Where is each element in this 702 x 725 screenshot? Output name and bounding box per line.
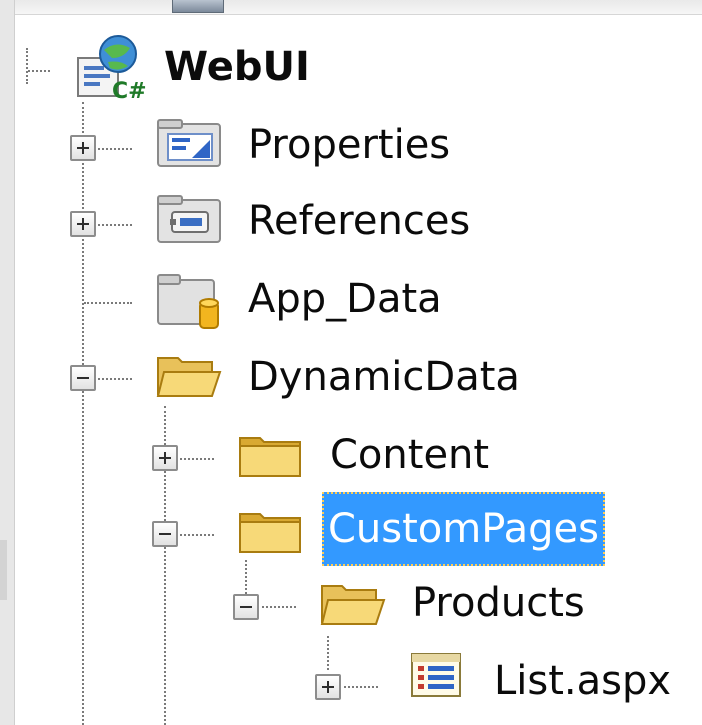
tree-node-properties[interactable]: Properties [248,116,450,174]
collapse-products-button[interactable] [233,594,259,620]
tree-node-references[interactable]: References [248,192,470,250]
toolbar-control-stub [172,0,224,13]
tree-node-dynamicdata[interactable]: DynamicData [248,348,520,406]
folder-icon [238,430,304,480]
app-data-folder-icon [156,272,222,330]
open-folder-icon [320,578,386,628]
tree-line [262,606,296,608]
svg-text:C#: C# [112,79,146,100]
tree-node-custompages[interactable]: CustomPages [322,492,605,566]
tree-node-webui[interactable]: WebUI [164,38,310,96]
references-icon [156,194,222,244]
left-panel-notch [0,540,7,600]
tree-line [82,102,84,725]
collapse-dynamicdata-button[interactable] [70,365,96,391]
expand-content-button[interactable] [152,445,178,471]
csharp-web-project-icon: C# [72,32,146,100]
tree-line [180,534,214,536]
tree-line [84,302,132,304]
tree-line [98,148,132,150]
tree-line [245,560,247,594]
aspx-page-icon [408,652,464,698]
tree-node-products[interactable]: Products [412,574,585,632]
tree-node-content[interactable]: Content [330,426,489,484]
open-folder-icon [156,350,222,400]
tree-line [28,70,50,72]
properties-icon [156,118,222,168]
tree-node-app-data[interactable]: App_Data [248,270,442,328]
tree-line [327,636,329,670]
tree-line [180,458,214,460]
top-toolbar-edge [0,0,702,15]
expand-references-button[interactable] [70,211,96,237]
tree-line [98,224,132,226]
expand-properties-button[interactable] [70,135,96,161]
tree-line [98,378,132,380]
left-panel-edge [0,0,15,725]
expand-list-aspx-button[interactable] [315,674,341,700]
collapse-custompages-button[interactable] [152,521,178,547]
folder-icon [238,506,304,556]
tree-node-list-aspx[interactable]: List.aspx [494,652,671,710]
tree-line [26,48,28,84]
tree-line [344,686,378,688]
